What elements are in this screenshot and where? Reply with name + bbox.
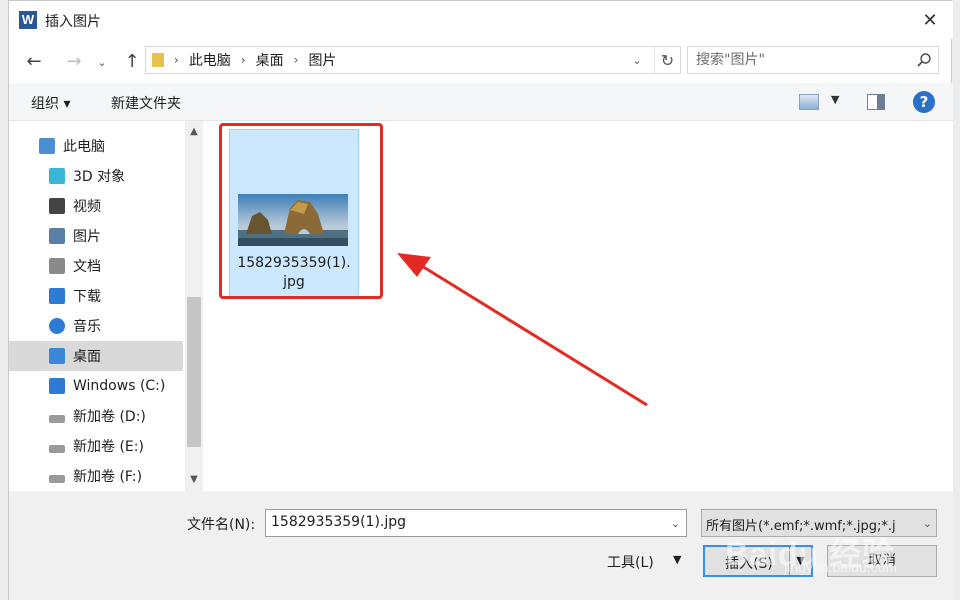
scroll-down-button[interactable]: ▼ <box>185 471 203 489</box>
arrow-right-icon: → <box>66 50 82 72</box>
nav-item-label: 图片 <box>73 229 101 245</box>
download-icon <box>49 288 65 304</box>
nav-item-label: 音乐 <box>73 319 101 335</box>
drive-icon <box>49 415 65 423</box>
recent-locations-button[interactable]: ⌄ <box>93 49 111 75</box>
caret-down-icon: ▼ <box>190 474 198 485</box>
chevron-right-icon: › <box>174 53 179 67</box>
caret-down-icon: ▼ <box>796 554 805 567</box>
nav-item[interactable]: 3D 对象 <box>9 161 183 191</box>
refresh-icon: ↻ <box>660 50 675 70</box>
nav-item[interactable]: Windows (C:) <box>9 371 183 401</box>
back-button[interactable]: ← <box>21 48 47 74</box>
organize-button[interactable]: 组织 ▾ <box>31 93 70 113</box>
view-options-dropdown[interactable]: ▼ <box>831 93 839 106</box>
nav-item-label: 新加卷 (F:) <box>73 469 143 485</box>
forward-button[interactable]: → <box>61 48 87 74</box>
change-view-icon[interactable] <box>799 94 819 110</box>
nav-item[interactable]: 此电脑 <box>9 131 183 161</box>
picture-icon <box>49 228 65 244</box>
folder-icon <box>152 53 164 67</box>
chevron-right-icon: › <box>240 53 246 67</box>
breadcrumb: › 此电脑 › 桌面 › 图片 <box>174 47 336 73</box>
nav-item-label: 下载 <box>73 289 101 305</box>
cancel-button[interactable]: 取消 <box>827 545 937 577</box>
desktop-icon <box>49 348 65 364</box>
arrow-left-icon: ← <box>26 50 42 72</box>
computer-icon <box>39 138 55 154</box>
nav-item[interactable]: 新加卷 (D:) <box>9 401 183 431</box>
address-bar[interactable]: › 此电脑 › 桌面 › 图片 ⌄ ↻ <box>145 46 681 74</box>
nav-item-label: 此电脑 <box>63 139 105 155</box>
caret-down-icon: ▼ <box>831 93 840 106</box>
filename-field[interactable]: 1582935359(1).jpg ⌄ <box>265 509 687 537</box>
drive-icon <box>49 445 65 453</box>
nav-item[interactable]: 图片 <box>9 221 183 251</box>
search-icon[interactable] <box>916 52 932 68</box>
nav-item[interactable]: 音乐 <box>9 311 183 341</box>
refresh-button[interactable]: ↻ <box>654 47 680 73</box>
address-dropdown-button[interactable]: ⌄ <box>628 47 646 73</box>
nav-item-label: 视频 <box>73 199 101 215</box>
title-bar: W 插入图片 ✕ <box>9 1 953 39</box>
breadcrumb-desktop[interactable]: 桌面 <box>256 50 284 70</box>
music-icon <box>49 318 65 334</box>
filetype-dropdown-button[interactable]: ⌄ <box>923 517 932 530</box>
scroll-thumb[interactable] <box>187 297 201 447</box>
close-button[interactable]: ✕ <box>907 1 953 39</box>
chevron-down-icon: ⌄ <box>922 517 932 530</box>
arrow-up-icon: ↑ <box>124 50 140 72</box>
breadcrumb-this-pc[interactable]: 此电脑 <box>189 50 231 70</box>
insert-button[interactable]: 插入(S) ▼ <box>703 545 813 577</box>
nav-item-label: Windows (C:) <box>73 378 166 394</box>
nav-item[interactable]: 桌面 <box>9 341 183 371</box>
dialog-title: 插入图片 <box>45 14 101 30</box>
document-icon <box>49 258 65 274</box>
search-input[interactable] <box>696 50 906 70</box>
scroll-up-button[interactable]: ▲ <box>185 123 203 141</box>
insert-picture-dialog: W 插入图片 ✕ ← → ⌄ ↑ › 此电脑 › 桌面 › 图片 ⌄ ↻ 组织 … <box>8 0 953 600</box>
search-box[interactable] <box>687 46 939 74</box>
tools-button[interactable]: 工具(L) <box>607 552 654 572</box>
nav-item[interactable]: 下载 <box>9 281 183 311</box>
insert-label: 插入(S) <box>725 556 773 572</box>
red-annotation-arrow <box>397 253 648 407</box>
filename-dropdown-button[interactable]: ⌄ <box>671 517 680 530</box>
breadcrumb-pictures[interactable]: 图片 <box>308 50 336 70</box>
caret-up-icon: ▲ <box>190 126 198 137</box>
nav-item-label: 文档 <box>73 259 101 275</box>
nav-item-label: 3D 对象 <box>73 169 126 185</box>
nav-item-label: 新加卷 (E:) <box>73 439 144 455</box>
chevron-down-icon: ⌄ <box>632 53 642 67</box>
chevron-down-icon: ⌄ <box>97 55 107 69</box>
nav-item[interactable]: 视频 <box>9 191 183 221</box>
windows-drive-icon <box>49 378 65 394</box>
tools-dropdown-icon[interactable]: ▼ <box>673 553 681 566</box>
chevron-down-icon: ⌄ <box>670 517 680 530</box>
nav-item-label: 桌面 <box>73 349 101 365</box>
filename-value: 1582935359(1).jpg <box>271 514 407 530</box>
drive-icon <box>49 475 65 483</box>
filetype-value: 所有图片(*.emf;*.wmf;*.jpg;*.j <box>706 519 896 534</box>
insert-options-dropdown[interactable]: ▼ <box>789 547 811 575</box>
nav-item[interactable]: 文档 <box>9 251 183 281</box>
up-button[interactable]: ↑ <box>119 48 145 74</box>
filename-label: 文件名(N): <box>187 517 256 533</box>
close-icon: ✕ <box>922 9 938 31</box>
word-app-icon: W <box>19 11 37 29</box>
new-folder-button[interactable]: 新建文件夹 <box>111 93 181 113</box>
help-icon[interactable]: ? <box>913 91 935 113</box>
nav-item[interactable]: 新加卷 (E:) <box>9 431 183 461</box>
nav-item[interactable]: 新加卷 (F:) <box>9 461 183 491</box>
video-icon <box>49 198 65 214</box>
nav-item-label: 新加卷 (D:) <box>73 409 146 425</box>
chevron-right-icon: › <box>293 53 299 67</box>
preview-pane-icon[interactable] <box>867 94 885 110</box>
filetype-select[interactable]: 所有图片(*.emf;*.wmf;*.jpg;*.j ⌄ <box>701 509 937 537</box>
cube-icon <box>49 168 65 184</box>
